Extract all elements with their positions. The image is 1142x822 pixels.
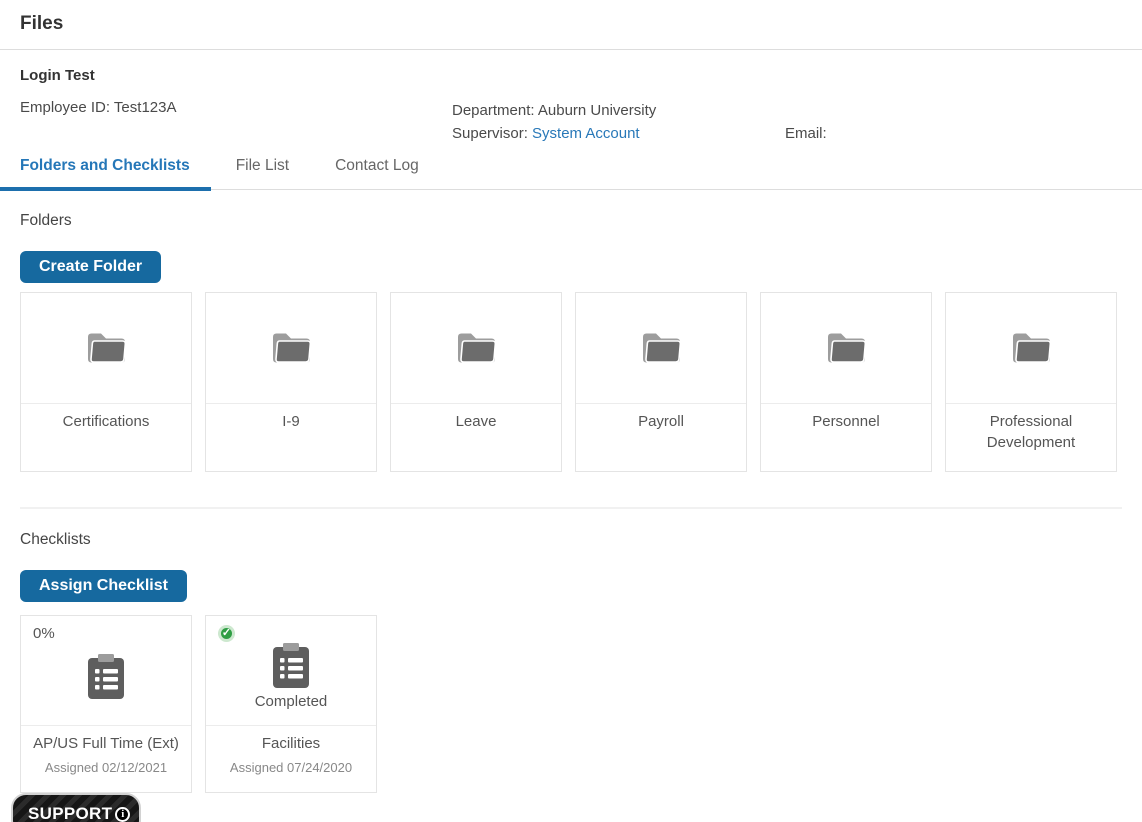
supervisor-label: Supervisor: bbox=[452, 125, 528, 142]
folder-card-payroll[interactable]: Payroll bbox=[575, 292, 747, 472]
checklist-assigned-date: Assigned 07/24/2020 bbox=[206, 760, 376, 775]
folder-name: Personnel bbox=[761, 404, 931, 432]
clipboard-icon bbox=[85, 653, 127, 706]
checklist-title: AP/US Full Time (Ext) bbox=[21, 735, 191, 752]
folders-heading: Folders bbox=[20, 212, 1122, 230]
checklist-icon-wrap bbox=[206, 642, 376, 695]
clipboard-icon bbox=[270, 642, 312, 695]
supervisor-link[interactable]: System Account bbox=[532, 125, 640, 142]
employee-info-row: Employee ID: Test123A Department: Auburn… bbox=[20, 99, 1122, 145]
info-icon: i bbox=[115, 807, 130, 822]
section-divider bbox=[20, 507, 1122, 509]
checklist-assigned-date: Assigned 02/12/2021 bbox=[21, 760, 191, 775]
folders-section: Folders Create Folder Certifications bbox=[0, 212, 1142, 472]
files-page: Files Login Test Employee ID: Test123A D… bbox=[0, 0, 1142, 822]
folder-icon bbox=[820, 326, 872, 371]
folder-name: Payroll bbox=[576, 404, 746, 432]
tab-file-list[interactable]: File List bbox=[236, 157, 289, 189]
checklist-card-apus-full-time[interactable]: 0% bbox=[20, 615, 192, 793]
checklist-card-facilities[interactable]: ✓ bbox=[205, 615, 377, 793]
folder-name: Professional Development bbox=[946, 404, 1116, 453]
folder-cards: Certifications I-9 bbox=[20, 292, 1122, 472]
tab-folders-and-checklists[interactable]: Folders and Checklists bbox=[20, 157, 190, 189]
email-label: Email: bbox=[785, 122, 827, 145]
folder-icon bbox=[635, 326, 687, 371]
completed-status-label: Completed bbox=[206, 693, 376, 710]
supervisor-row: Supervisor: System Account bbox=[452, 122, 785, 145]
checklist-title: Facilities bbox=[206, 735, 376, 752]
assign-checklist-button[interactable]: Assign Checklist bbox=[20, 570, 187, 602]
active-tab-indicator bbox=[0, 187, 211, 191]
folder-icon-area bbox=[391, 293, 561, 404]
checklist-card-top: 0% bbox=[21, 616, 191, 726]
folder-icon bbox=[265, 326, 317, 371]
page-title: Files bbox=[0, 0, 1142, 50]
folder-card-i9[interactable]: I-9 bbox=[205, 292, 377, 472]
checklists-section: Checklists Assign Checklist 0% bbox=[0, 531, 1142, 793]
department: Department: Auburn University bbox=[452, 99, 785, 122]
folder-icon bbox=[450, 326, 502, 371]
folder-icon-area bbox=[946, 293, 1116, 404]
folder-name: I-9 bbox=[206, 404, 376, 432]
employee-id: Employee ID: Test123A bbox=[20, 99, 452, 145]
folder-icon bbox=[1005, 326, 1057, 371]
support-badge-label: SUPPORT bbox=[28, 804, 112, 822]
checklists-heading: Checklists bbox=[20, 531, 1122, 549]
completed-check-icon: ✓ bbox=[218, 625, 235, 642]
folder-card-certifications[interactable]: Certifications bbox=[20, 292, 192, 472]
create-folder-button[interactable]: Create Folder bbox=[20, 251, 161, 283]
folder-name: Certifications bbox=[21, 404, 191, 432]
employee-name: Login Test bbox=[20, 50, 1122, 84]
folder-icon bbox=[80, 326, 132, 371]
checklist-card-top: ✓ bbox=[206, 616, 376, 726]
checklist-cards: 0% bbox=[20, 615, 1122, 793]
tab-contact-log[interactable]: Contact Log bbox=[335, 157, 419, 189]
department-supervisor-block: Department: Auburn University Supervisor… bbox=[452, 99, 785, 145]
progress-percent: 0% bbox=[21, 616, 191, 649]
folder-icon-area bbox=[576, 293, 746, 404]
folder-card-leave[interactable]: Leave bbox=[390, 292, 562, 472]
folder-name: Leave bbox=[391, 404, 561, 432]
folder-icon-area bbox=[761, 293, 931, 404]
support-badge[interactable]: SUPPORT i bbox=[11, 793, 141, 822]
folder-card-professional-development[interactable]: Professional Development bbox=[945, 292, 1117, 472]
folder-icon-area bbox=[21, 293, 191, 404]
employee-profile: Login Test Employee ID: Test123A Departm… bbox=[0, 50, 1142, 145]
checklist-icon-wrap bbox=[21, 653, 191, 706]
folder-card-personnel[interactable]: Personnel bbox=[760, 292, 932, 472]
tab-bar: Folders and Checklists File List Contact… bbox=[0, 157, 1142, 190]
folder-icon-area bbox=[206, 293, 376, 404]
